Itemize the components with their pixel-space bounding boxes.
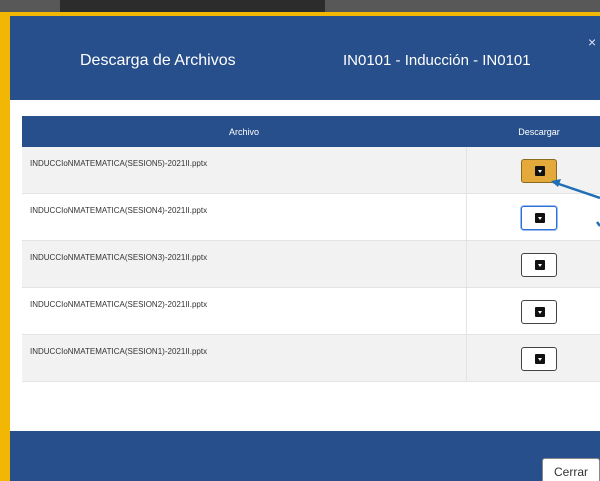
annotation-arrow-icon bbox=[551, 179, 600, 227]
annotation-arrowhead bbox=[551, 179, 561, 187]
annotation-arrow-line bbox=[552, 180, 600, 200]
